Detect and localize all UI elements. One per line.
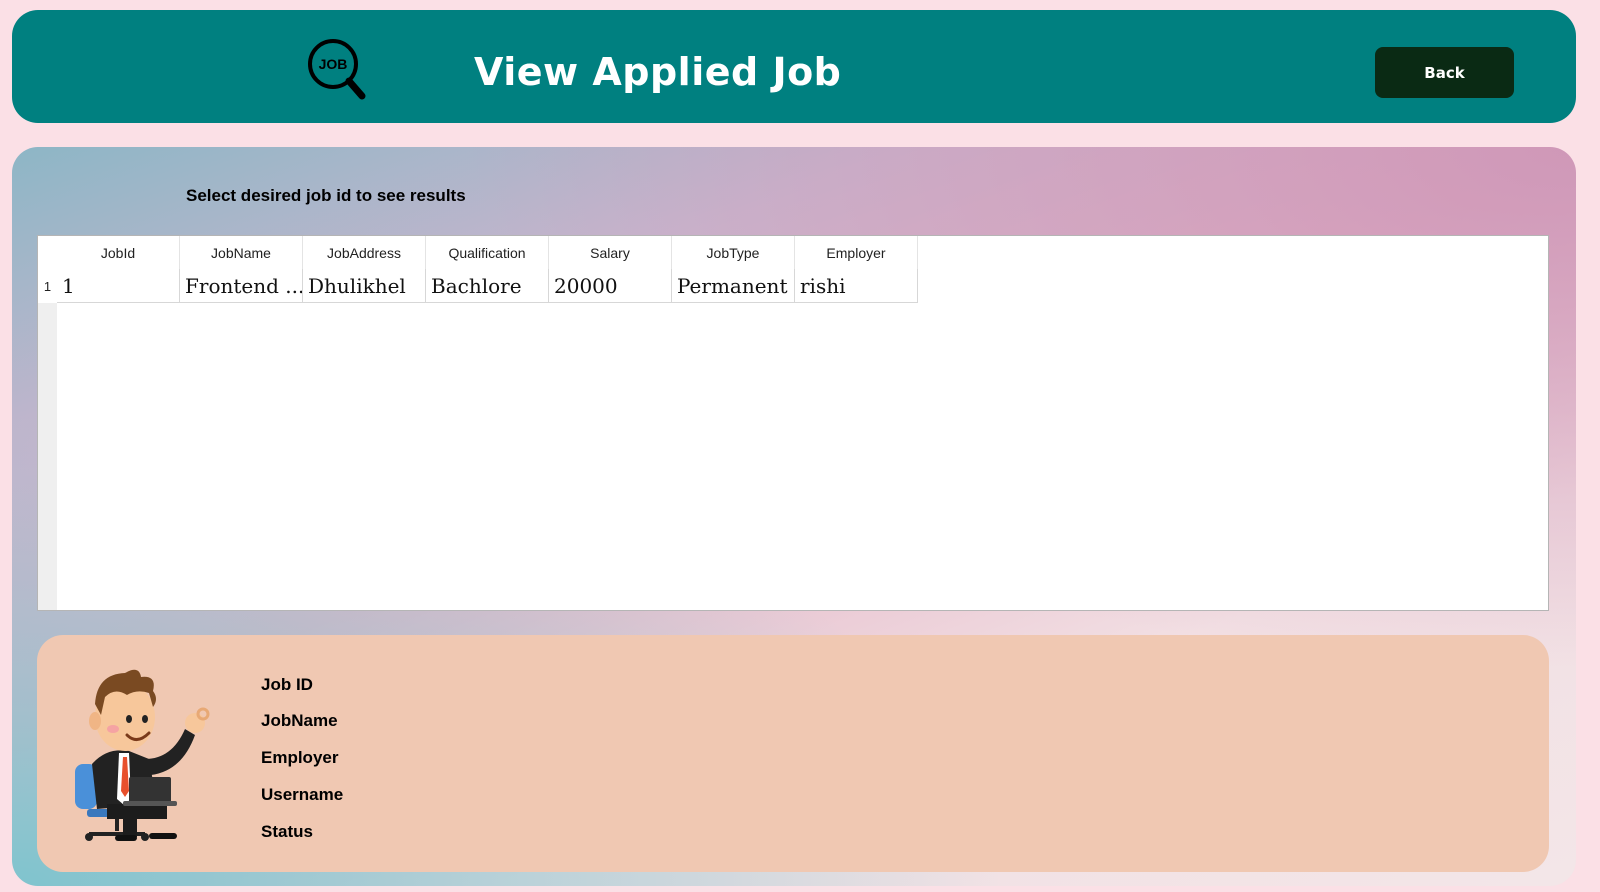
instruction-text: Select desired job id to see results (186, 186, 466, 205)
job-logo-text: JOB (319, 56, 348, 72)
label-employer: Employer (261, 748, 339, 767)
column-header-jobname[interactable]: JobName (180, 236, 303, 269)
cell-employer[interactable]: rishi (795, 269, 918, 303)
corner-header (38, 236, 57, 269)
label-job-id: Job ID (261, 675, 313, 694)
cell-jobname[interactable]: Frontend ... (180, 269, 303, 303)
column-header-salary[interactable]: Salary (549, 236, 672, 269)
cell-jobtype[interactable]: Permanent (672, 269, 795, 303)
back-button[interactable]: Back (1375, 47, 1514, 98)
label-status: Status (261, 822, 313, 841)
column-header-qualification[interactable]: Qualification (426, 236, 549, 269)
cell-salary[interactable]: 20000 (549, 269, 672, 303)
row-number[interactable]: 1 (38, 269, 57, 303)
label-username: Username (261, 785, 344, 804)
applied-jobs-table[interactable]: JobId JobName JobAddress Qualification S… (37, 235, 1549, 611)
column-header-jobaddress[interactable]: JobAddress (303, 236, 426, 269)
column-header-jobid[interactable]: JobId (57, 236, 180, 269)
cell-qualification[interactable]: Bachlore (426, 269, 549, 303)
label-job-name: JobName (261, 711, 338, 730)
main-panel: Select desired job id to see results Job… (12, 147, 1576, 886)
job-search-icon: JOB (308, 39, 366, 100)
cell-jobaddress[interactable]: Dhulikhel (303, 269, 426, 303)
header-bar: JOB View Applied Job Back (12, 10, 1576, 123)
page-title: View Applied Job (474, 50, 842, 94)
column-header-employer[interactable]: Employer (795, 236, 918, 269)
cell-jobid[interactable]: 1 (57, 269, 180, 303)
job-details-panel: Job ID JobName Employer Username Status (37, 635, 1549, 872)
businessman-illustration (75, 669, 210, 841)
column-header-jobtype[interactable]: JobType (672, 236, 795, 269)
